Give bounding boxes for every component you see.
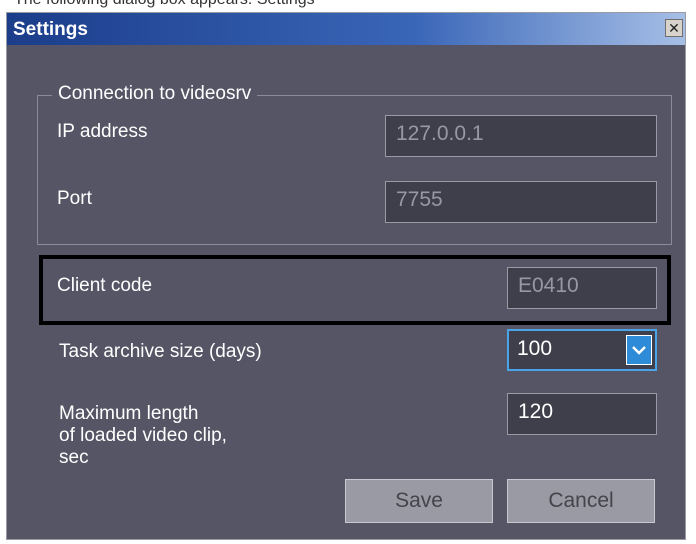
task-archive-size-value: 100	[517, 337, 553, 360]
close-icon: ✕	[668, 20, 680, 36]
clip-length-label-line1: Maximum length	[59, 403, 199, 424]
save-button[interactable]: Save	[345, 479, 493, 523]
title-bar[interactable]: Settings ✕	[7, 13, 685, 45]
connection-group-legend: Connection to videosrv	[52, 83, 258, 105]
clip-length-label-line3: sec	[59, 447, 89, 468]
task-archive-size-dropdown[interactable]: 100	[507, 329, 657, 371]
task-archive-size-label: Task archive size (days)	[59, 341, 262, 362]
port-label: Port	[57, 188, 92, 209]
clip-length-label-line2: of loaded video clip,	[59, 425, 227, 446]
caption-text: The following dialog box appears: Settin…	[14, 0, 315, 9]
caption-fragment: The following dialog box appears: Settin…	[0, 0, 696, 12]
ip-address-label: IP address	[57, 121, 148, 142]
settings-dialog: Settings ✕ Connection to videosrv IP add…	[6, 12, 686, 540]
window-title: Settings	[13, 19, 88, 40]
client-code-label: Client code	[57, 275, 153, 296]
clip-length-field[interactable]: 120	[507, 393, 657, 435]
close-button[interactable]: ✕	[665, 19, 683, 37]
ip-address-field[interactable]: 127.0.0.1	[385, 115, 657, 157]
chevron-down-icon[interactable]	[626, 335, 652, 365]
cancel-button[interactable]: Cancel	[507, 479, 655, 523]
client-code-field[interactable]: E0410	[507, 267, 657, 309]
port-field[interactable]: 7755	[385, 181, 657, 223]
